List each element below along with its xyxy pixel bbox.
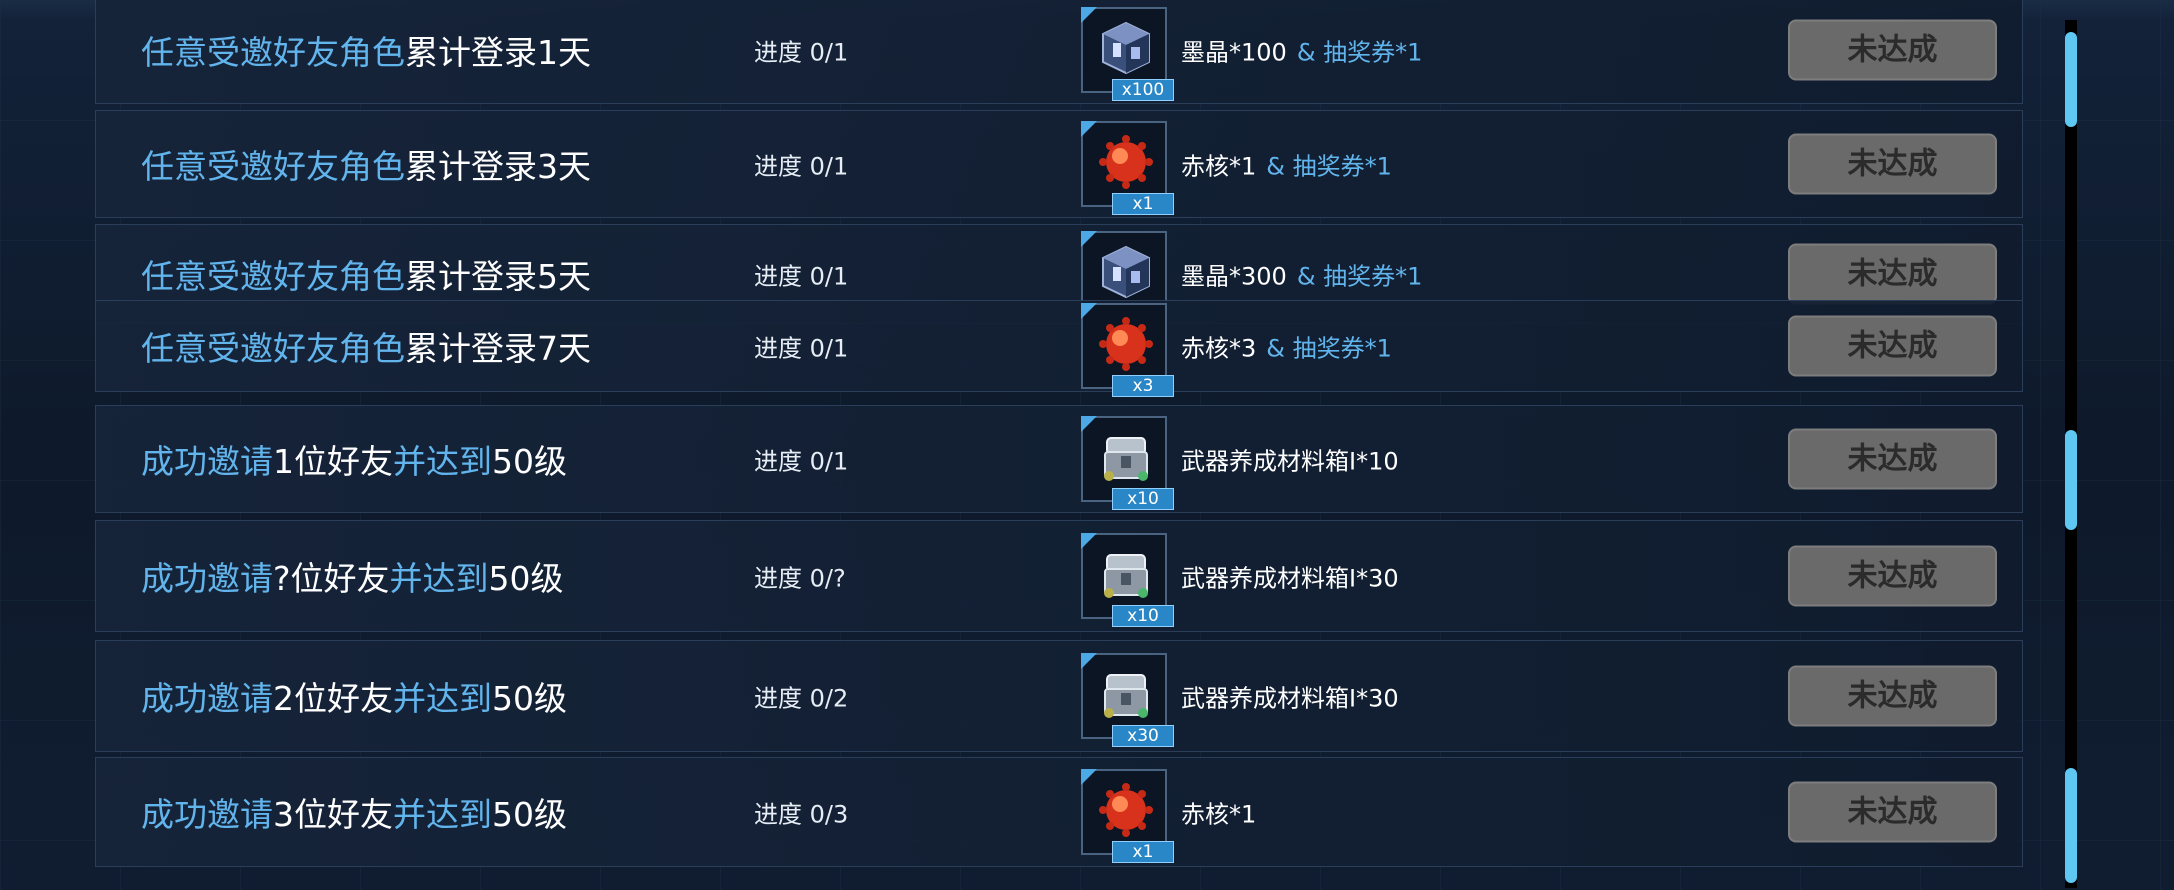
reward-item-slot[interactable]: x10	[1081, 533, 1174, 627]
claim-button-not-achieved[interactable]: 未达成	[1788, 545, 1997, 607]
task-title: 成功邀请?位好友并达到50级	[141, 552, 564, 600]
task-title-part: 50级	[492, 442, 567, 481]
reward-extra: & 抽奖券*1	[1266, 334, 1392, 363]
task-title-part: 任意受邀好友角色	[141, 33, 405, 72]
task-title-part: 任意受邀好友角色	[141, 329, 405, 368]
reward-extra: & 抽奖券*1	[1296, 262, 1423, 291]
claim-button-not-achieved[interactable]: 未达成	[1788, 315, 1997, 377]
task-progress: 进度 0/2	[754, 684, 849, 713]
task-title: 成功邀请1位好友并达到50级	[141, 435, 567, 483]
scrollbar-thumb[interactable]	[2065, 430, 2077, 530]
task-title-part: 50级	[488, 559, 564, 598]
claim-button-not-achieved[interactable]: 未达成	[1788, 133, 1997, 195]
claim-button-not-achieved[interactable]: 未达成	[1788, 665, 1997, 727]
task-progress: 进度 0/1	[754, 38, 849, 67]
reward-main: 武器养成材料箱I*30	[1181, 564, 1399, 593]
reward-quantity-badge: x1	[1112, 193, 1174, 215]
task-row: 成功邀请?位好友并达到50级 进度 0/? x10 武器养成材料箱I*30 未达成	[95, 520, 2023, 632]
task-title: 任意受邀好友角色累计登录3天	[141, 140, 591, 188]
reward-extra: & 抽奖券*1	[1296, 38, 1423, 67]
task-title-part: 成功邀请	[141, 559, 273, 598]
reward-text: 武器养成材料箱I*30	[1181, 679, 1399, 714]
reward-main: 赤核*1	[1181, 800, 1257, 829]
task-progress: 进度 0/1	[754, 262, 849, 291]
task-title-part: ?位好友	[273, 559, 390, 598]
reward-main: 赤核*1	[1181, 152, 1257, 181]
task-title-part: 累计登录7天	[405, 329, 591, 368]
reward-item-slot[interactable]: x1	[1081, 769, 1174, 863]
reward-quantity-badge: x10	[1112, 605, 1174, 627]
task-title-part: 任意受邀好友角色	[141, 257, 405, 296]
reward-text: 赤核*1 & 抽奖券*1	[1181, 147, 1392, 182]
reward-main: 墨晶*100	[1181, 38, 1287, 67]
task-title-part: 50级	[492, 679, 567, 718]
task-title-part: 2位好友	[273, 679, 393, 718]
task-title-part: 累计登录5天	[405, 257, 591, 296]
task-title: 成功邀请3位好友并达到50级	[141, 788, 567, 836]
scrollbar-thumb[interactable]	[2065, 768, 2077, 883]
task-progress: 进度 0/1	[754, 447, 849, 476]
reward-text: 武器养成材料箱I*30	[1181, 559, 1399, 594]
task-title: 成功邀请2位好友并达到50级	[141, 672, 567, 720]
reward-item-slot[interactable]: x100	[1081, 7, 1174, 101]
task-title-part: 50级	[492, 795, 567, 834]
task-title-part: 并达到	[393, 679, 492, 718]
reward-extra: & 抽奖券*1	[1266, 152, 1392, 181]
task-title: 任意受邀好友角色累计登录7天	[141, 322, 591, 370]
reward-text: 墨晶*100 & 抽奖券*1	[1181, 33, 1422, 68]
reward-text: 武器养成材料箱I*10	[1181, 442, 1399, 477]
task-title-part: 成功邀请	[141, 795, 273, 834]
task-title-part: 累计登录3天	[405, 147, 591, 186]
task-title: 任意受邀好友角色累计登录1天	[141, 26, 591, 74]
task-title-part: 成功邀请	[141, 679, 273, 718]
reward-quantity-badge: x3	[1112, 375, 1174, 397]
task-title-part: 1位好友	[273, 442, 393, 481]
claim-button-not-achieved[interactable]: 未达成	[1788, 19, 1997, 81]
task-title-part: 并达到	[393, 442, 492, 481]
claim-button-not-achieved[interactable]: 未达成	[1788, 781, 1997, 843]
task-title-part: 成功邀请	[141, 442, 273, 481]
reward-text: 墨晶*300 & 抽奖券*1	[1181, 257, 1422, 292]
reward-main: 武器养成材料箱I*30	[1181, 684, 1399, 713]
reward-quantity-badge: x30	[1112, 725, 1174, 747]
task-title-part: 并达到	[393, 795, 492, 834]
task-progress: 进度 0/3	[754, 800, 849, 829]
task-progress: 进度 0/1	[754, 152, 849, 181]
claim-button-not-achieved[interactable]: 未达成	[1788, 243, 1997, 305]
task-progress: 进度 0/?	[754, 564, 846, 593]
task-title-part: 累计登录1天	[405, 33, 591, 72]
task-title-part: 任意受邀好友角色	[141, 147, 405, 186]
task-row: 成功邀请3位好友并达到50级 进度 0/3 x1 赤核*1 未达成	[95, 757, 2023, 867]
task-row: 任意受邀好友角色累计登录1天 进度 0/1 x100 墨晶*100 & 抽奖券*1 未达成	[95, 0, 2023, 104]
task-title: 任意受邀好友角色累计登录5天	[141, 250, 591, 298]
claim-button-not-achieved[interactable]: 未达成	[1788, 428, 1997, 490]
task-title-part: 并达到	[389, 559, 489, 598]
reward-quantity-badge: x100	[1112, 79, 1174, 101]
reward-item-slot[interactable]: x3	[1081, 303, 1174, 397]
task-row: 成功邀请2位好友并达到50级 进度 0/2 x30 武器养成材料箱I*30 未达成	[95, 640, 2023, 752]
reward-text: 赤核*3 & 抽奖券*1	[1181, 329, 1392, 364]
task-title-part: 3位好友	[273, 795, 393, 834]
task-progress: 进度 0/1	[754, 334, 849, 363]
reward-main: 墨晶*300	[1181, 262, 1287, 291]
task-row: 任意受邀好友角色累计登录3天 进度 0/1 x1 赤核*1 & 抽奖券*1 未达成	[95, 110, 2023, 218]
reward-text: 赤核*1	[1181, 795, 1256, 830]
reward-item-slot[interactable]: x10	[1081, 416, 1174, 510]
scrollbar-thumb[interactable]	[2065, 32, 2077, 127]
reward-item-slot[interactable]: x30	[1081, 653, 1174, 747]
reward-quantity-badge: x10	[1112, 488, 1174, 510]
task-row: 任意受邀好友角色累计登录7天 进度 0/1 x3 赤核*3 & 抽奖券*1 未达成	[95, 300, 2023, 397]
reward-main: 赤核*3	[1181, 334, 1257, 363]
task-row: 成功邀请1位好友并达到50级 进度 0/1 x10 武器养成材料箱I*10 未达成	[95, 405, 2023, 513]
reward-quantity-badge: x1	[1112, 841, 1174, 863]
reward-main: 武器养成材料箱I*10	[1181, 447, 1399, 476]
reward-item-slot[interactable]: x1	[1081, 121, 1174, 215]
scrollbar[interactable]	[2065, 20, 2077, 888]
